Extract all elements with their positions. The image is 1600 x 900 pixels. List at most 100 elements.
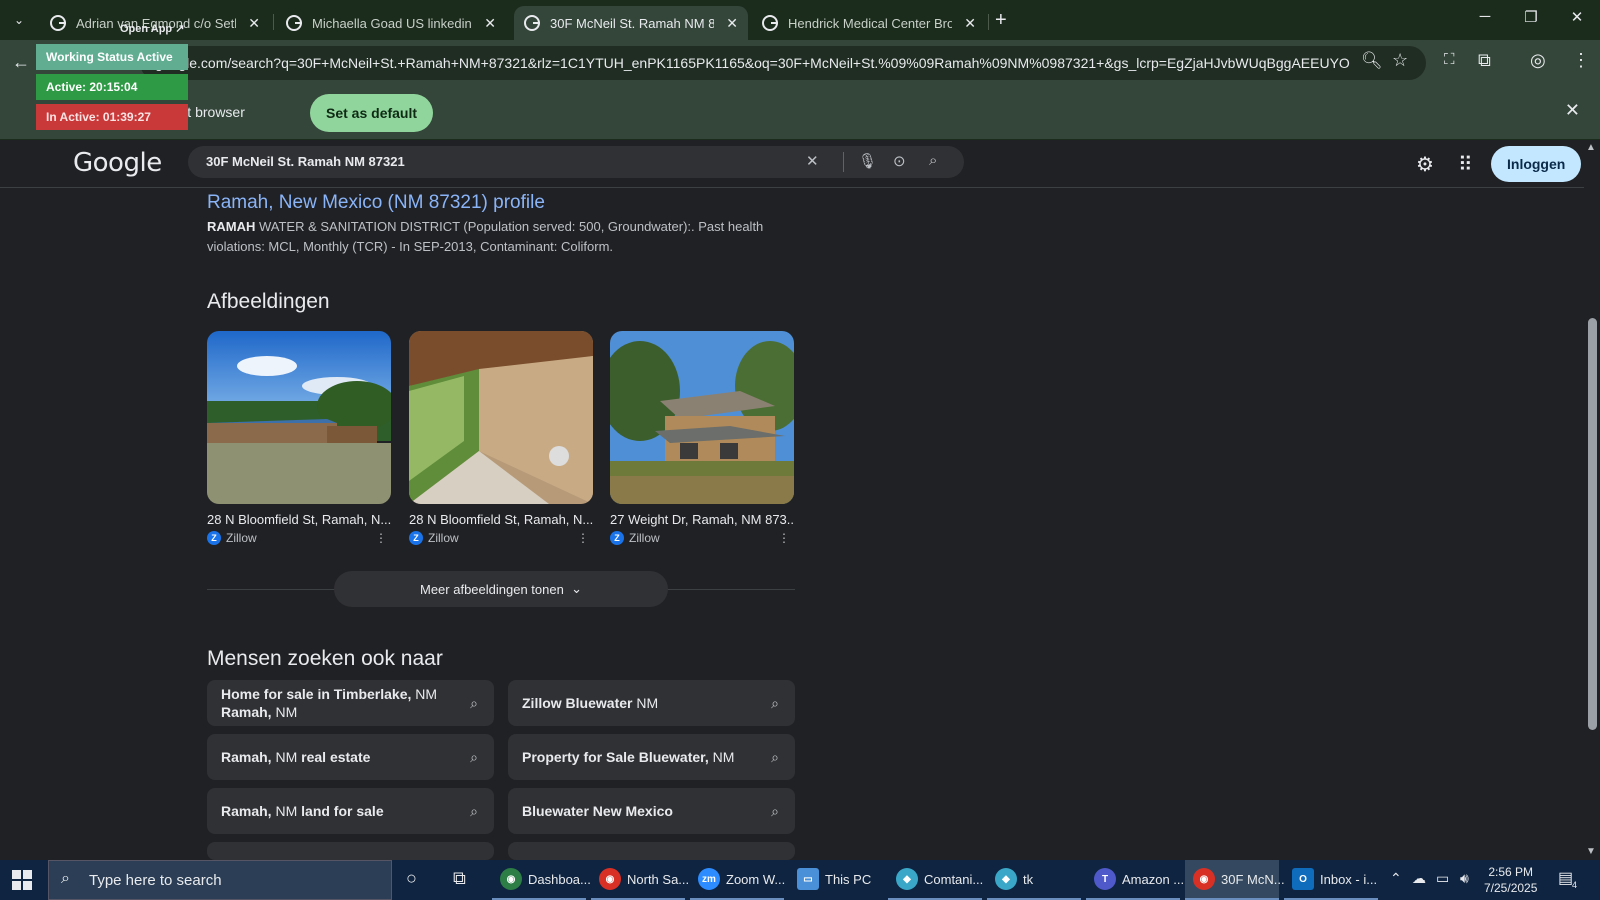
taskbar-app-teams[interactable]: T Amazon ... xyxy=(1086,860,1184,900)
chip-text: NM xyxy=(271,803,302,819)
taskbar-app-zoom[interactable]: zm Zoom W... xyxy=(690,860,785,900)
chip-bold: Home for sale in Timberlake, xyxy=(221,686,412,702)
app-label: Inbox - i... xyxy=(1320,871,1378,887)
tab-hendrick[interactable]: Hendrick Medical Center Brown ✕ xyxy=(752,6,986,40)
related-search-chip[interactable]: Ramah, NM real estate ⌕ xyxy=(207,734,494,780)
chip-text: NM xyxy=(632,695,659,711)
restore-icon[interactable]: ❐ xyxy=(1508,8,1554,26)
image-source: Z Zillow ⋮ xyxy=(207,531,391,545)
zillow-icon: Z xyxy=(610,531,624,545)
search-icon[interactable]: ⌕ xyxy=(929,152,937,169)
system-clock[interactable]: 2:56 PM 7/25/2025 xyxy=(1484,864,1537,896)
open-app-link[interactable]: Open App ↗ xyxy=(120,22,184,35)
taskbar-app-tk[interactable]: ◆ tk xyxy=(987,860,1081,900)
chrome-icon: ◉ xyxy=(500,868,522,890)
source-name: Zillow xyxy=(428,531,459,545)
more-options-icon[interactable]: ⋮ xyxy=(778,531,790,545)
close-tab-icon[interactable]: ✕ xyxy=(726,15,738,32)
image-caption[interactable]: 27 Weight Dr, Ramah, NM 873... xyxy=(610,512,794,527)
related-search-chip[interactable]: Bluewater New Mexico ⌕ xyxy=(508,788,795,834)
google-favicon-icon xyxy=(524,15,540,31)
clear-search-icon[interactable]: ✕ xyxy=(806,152,819,170)
start-windows-icon[interactable] xyxy=(12,870,32,890)
lens-search-icon[interactable]: ⊙ xyxy=(893,152,906,170)
taskbar-app-outlook[interactable]: O Inbox - i... xyxy=(1284,860,1378,900)
related-search-chip-partial[interactable] xyxy=(508,842,795,860)
sign-in-button[interactable]: Inloggen xyxy=(1491,146,1582,182)
show-hidden-icons-icon[interactable]: ⌃ xyxy=(1390,870,1402,887)
scroll-down-icon[interactable]: ▼ xyxy=(1586,846,1596,857)
close-infobar-icon[interactable]: ✕ xyxy=(1565,100,1580,121)
image-source: Z Zillow ⋮ xyxy=(409,531,593,545)
image-result[interactable]: 27 Weight Dr, Ramah, NM 873... Z Zillow ⋮ xyxy=(610,331,794,545)
close-window-icon[interactable]: ✕ xyxy=(1554,8,1600,26)
related-search-chip[interactable]: Home for sale in Timberlake, NM Ramah, N… xyxy=(207,680,494,726)
taskbar-app-chrome-active[interactable]: ◉ 30F McN... xyxy=(1185,860,1285,900)
tab-search-dropdown[interactable]: ⌄ xyxy=(5,6,33,34)
close-tab-icon[interactable]: ✕ xyxy=(964,15,976,32)
search-query[interactable]: 30F McNeil St. Ramah NM 87321 xyxy=(206,154,405,169)
default-browser-infobar: Chrome isn't your default browser Set as… xyxy=(0,86,1600,140)
taskbar-search-input[interactable]: ⌕ Type here to search xyxy=(48,860,392,900)
related-search-chip-partial[interactable] xyxy=(207,842,494,860)
computer-icon: ▭ xyxy=(797,868,819,890)
menu-kebab-icon[interactable]: ⋮ xyxy=(1572,50,1590,71)
voice-search-icon[interactable]: 🎙︎ xyxy=(858,152,877,170)
taskbar-app-dashboard[interactable]: ◉ Dashboa... xyxy=(492,860,591,900)
notifications-icon[interactable]: ▤ xyxy=(1558,868,1573,888)
taskbar-app-north-sa[interactable]: ◉ North Sa... xyxy=(591,860,689,900)
zoom-icon[interactable]: 🔍︎ xyxy=(1361,51,1383,71)
scrollbar-thumb[interactable] xyxy=(1588,318,1597,730)
tab-30f-mcneil[interactable]: 30F McNeil St. Ramah NM 8732 ✕ xyxy=(514,6,748,40)
network-icon[interactable]: ▭ xyxy=(1436,870,1449,887)
image-result[interactable]: 28 N Bloomfield St, Ramah, N... Z Zillow ⋮ xyxy=(409,331,593,545)
search-icon: ⌕ xyxy=(771,695,779,711)
image-caption[interactable]: 28 N Bloomfield St, Ramah, N... xyxy=(409,512,593,527)
more-options-icon[interactable]: ⋮ xyxy=(577,531,589,545)
tab-title: 30F McNeil St. Ramah NM 8732 xyxy=(550,15,715,31)
notification-count: 4 xyxy=(1572,880,1578,890)
settings-gear-icon[interactable]: ⚙ xyxy=(1416,152,1434,177)
extensions-puzzle-icon[interactable]: ⧉ xyxy=(1478,50,1491,71)
search-box[interactable]: 30F McNeil St. Ramah NM 87321 ✕ 🎙︎ ⊙ ⌕ xyxy=(188,146,964,178)
house-photo[interactable] xyxy=(207,331,391,504)
tab-title: Hendrick Medical Center Brown xyxy=(788,15,953,31)
taskbar-app-this-pc[interactable]: ▭ This PC xyxy=(789,860,883,900)
onedrive-icon[interactable]: ☁ xyxy=(1412,870,1426,887)
inactive-timer: In Active: 01:39:27 xyxy=(36,104,188,130)
more-options-icon[interactable]: ⋮ xyxy=(375,531,387,545)
scroll-up-icon[interactable]: ▲ xyxy=(1586,142,1596,153)
chip-bold: land for sale xyxy=(301,803,384,819)
taskbar-app-comtani[interactable]: ◆ Comtani... xyxy=(888,860,984,900)
related-search-chip[interactable]: Property for Sale Bluewater, NM ⌕ xyxy=(508,734,795,780)
new-tab-icon[interactable]: + xyxy=(995,9,1007,32)
apps-grid-icon[interactable]: ⠿ xyxy=(1458,152,1473,177)
back-arrow-icon[interactable]: ← xyxy=(12,52,30,73)
bookmark-star-icon[interactable]: ☆ xyxy=(1392,50,1408,71)
cortana-icon[interactable]: ○ xyxy=(406,868,417,889)
related-search-chip[interactable]: Zillow Bluewater NM ⌕ xyxy=(508,680,795,726)
image-result[interactable]: 28 N Bloomfield St, Ramah, N... Z Zillow ⋮ xyxy=(207,331,391,545)
translate-extension-icon[interactable]: ⛶ xyxy=(1444,51,1455,68)
tab-michaella[interactable]: Michaella Goad US linkedin - G ✕ xyxy=(276,6,506,40)
profile-icon[interactable]: ◎ xyxy=(1530,50,1546,71)
close-tab-icon[interactable]: ✕ xyxy=(248,15,260,32)
two-story-house-photo[interactable] xyxy=(610,331,794,504)
chip-text: NM xyxy=(411,686,438,702)
search-icon: ⌕ xyxy=(61,870,70,887)
image-caption[interactable]: 28 N Bloomfield St, Ramah, N... xyxy=(207,512,391,527)
images-section-title: Afbeeldingen xyxy=(207,290,330,313)
minimize-icon[interactable]: ─ xyxy=(1462,8,1508,25)
set-as-default-button[interactable]: Set as default xyxy=(310,94,434,132)
app-label: Comtani... xyxy=(924,871,984,887)
google-logo[interactable]: Google xyxy=(73,148,162,178)
close-tab-icon[interactable]: ✕ xyxy=(484,15,496,32)
porch-photo[interactable] xyxy=(409,331,593,504)
result-title-link[interactable]: Ramah, New Mexico (NM 87321) profile xyxy=(207,192,545,214)
related-search-chip[interactable]: Ramah, NM land for sale ⌕ xyxy=(207,788,494,834)
task-view-icon[interactable]: ⧉ xyxy=(453,868,466,889)
volume-icon[interactable]: 🔊︎ xyxy=(1460,870,1469,887)
more-images-button[interactable]: Meer afbeeldingen tonen ⌄ xyxy=(334,571,668,607)
address-bar[interactable]: google.com/search?q=30F+McNeil+St.+Ramah… xyxy=(140,46,1426,80)
url-text: google.com/search?q=30F+McNeil+St.+Ramah… xyxy=(155,55,1350,71)
